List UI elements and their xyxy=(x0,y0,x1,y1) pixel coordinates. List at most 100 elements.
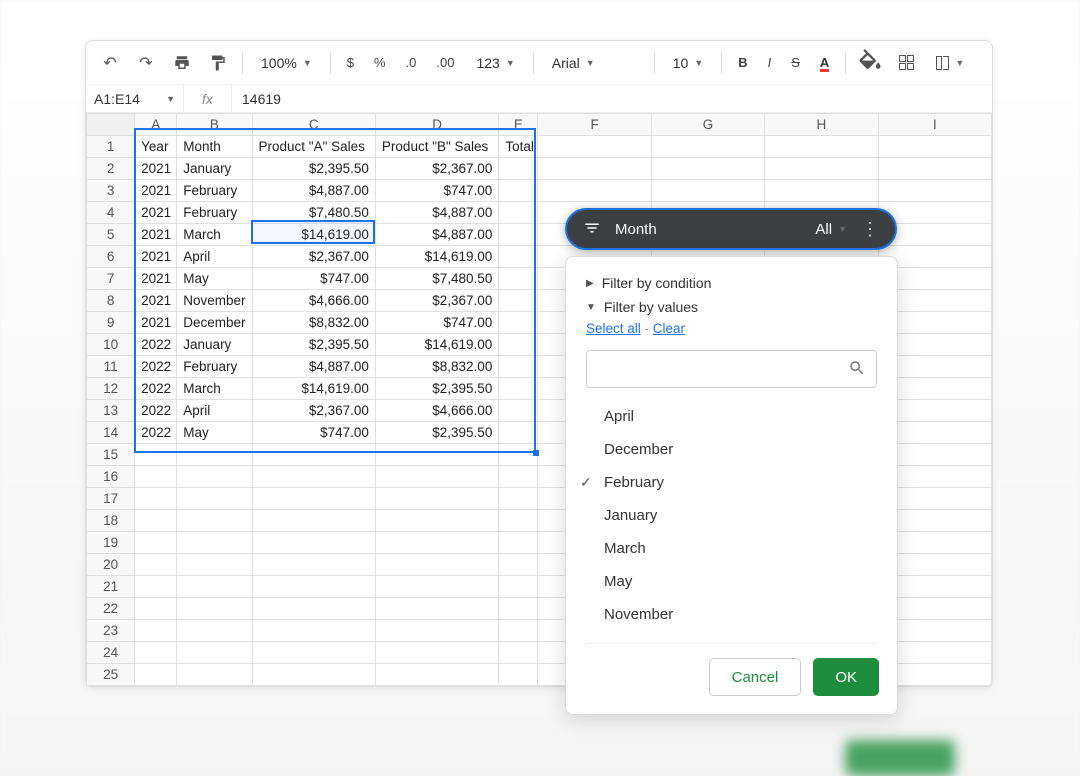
cell[interactable]: $4,887.00 xyxy=(375,224,498,246)
cell[interactable] xyxy=(252,576,375,598)
cell[interactable]: $2,367.00 xyxy=(252,400,375,422)
cell[interactable] xyxy=(499,180,538,202)
filter-value-item[interactable]: January xyxy=(566,499,897,532)
column-header[interactable]: H xyxy=(765,114,878,136)
cell[interactable] xyxy=(499,488,538,510)
cell[interactable] xyxy=(177,444,252,466)
row-header[interactable]: 22 xyxy=(87,598,135,620)
cell[interactable]: March xyxy=(177,224,252,246)
cell[interactable] xyxy=(499,312,538,334)
select-all-link[interactable]: Select all xyxy=(586,321,641,336)
cell[interactable]: $4,666.00 xyxy=(375,400,498,422)
row-header[interactable]: 9 xyxy=(87,312,135,334)
filter-value-item[interactable]: November xyxy=(566,598,897,631)
cell[interactable] xyxy=(499,444,538,466)
cell[interactable]: $14,619.00 xyxy=(375,246,498,268)
cell[interactable] xyxy=(499,268,538,290)
column-header[interactable]: D xyxy=(375,114,498,136)
cell[interactable]: 2021 xyxy=(135,246,177,268)
row-header[interactable]: 16 xyxy=(87,466,135,488)
cell[interactable]: $14,619.00 xyxy=(252,224,375,246)
cell[interactable] xyxy=(252,620,375,642)
name-box[interactable]: A1:E14 ▼ xyxy=(86,85,184,112)
zoom-select[interactable]: 100% ▼ xyxy=(253,51,320,75)
currency-button[interactable]: $ xyxy=(341,51,360,74)
cell[interactable] xyxy=(135,488,177,510)
filter-value-item[interactable]: February xyxy=(566,466,897,499)
row-header[interactable]: 24 xyxy=(87,642,135,664)
cell[interactable]: $14,619.00 xyxy=(252,378,375,400)
cell[interactable]: 2022 xyxy=(135,356,177,378)
cell[interactable]: 2021 xyxy=(135,290,177,312)
increase-decimal-button[interactable]: .00 xyxy=(430,51,460,74)
cell[interactable] xyxy=(499,246,538,268)
cell[interactable] xyxy=(499,576,538,598)
cell[interactable] xyxy=(375,576,498,598)
cell[interactable] xyxy=(651,180,764,202)
cell[interactable]: December xyxy=(177,312,252,334)
cell[interactable]: $747.00 xyxy=(375,180,498,202)
cell[interactable] xyxy=(499,334,538,356)
cell[interactable] xyxy=(375,532,498,554)
cell[interactable]: Month xyxy=(177,136,252,158)
column-header[interactable]: I xyxy=(878,114,991,136)
cell[interactable] xyxy=(878,136,991,158)
cell[interactable] xyxy=(375,554,498,576)
cell[interactable] xyxy=(252,510,375,532)
row-header[interactable]: 21 xyxy=(87,576,135,598)
cell[interactable]: $4,887.00 xyxy=(252,180,375,202)
cell[interactable]: $2,367.00 xyxy=(375,290,498,312)
paint-format-button[interactable] xyxy=(204,49,232,77)
cell[interactable]: $4,666.00 xyxy=(252,290,375,312)
cell[interactable] xyxy=(499,554,538,576)
filter-value-item[interactable]: May xyxy=(566,565,897,598)
cell[interactable]: Product "B" Sales xyxy=(375,136,498,158)
cell[interactable] xyxy=(499,290,538,312)
row-header[interactable]: 8 xyxy=(87,290,135,312)
cell[interactable] xyxy=(878,180,991,202)
cell[interactable]: Product "A" Sales xyxy=(252,136,375,158)
cell[interactable] xyxy=(499,158,538,180)
row-header[interactable]: 15 xyxy=(87,444,135,466)
number-format-select[interactable]: 123 ▼ xyxy=(468,51,522,75)
print-button[interactable] xyxy=(168,49,196,77)
cell[interactable] xyxy=(499,422,538,444)
cell[interactable]: 2021 xyxy=(135,180,177,202)
cell[interactable] xyxy=(765,136,878,158)
cell[interactable]: $8,832.00 xyxy=(252,312,375,334)
cell[interactable]: 2022 xyxy=(135,334,177,356)
cell[interactable]: Total xyxy=(499,136,538,158)
cell[interactable]: 2022 xyxy=(135,378,177,400)
row-header[interactable]: 20 xyxy=(87,554,135,576)
cell[interactable] xyxy=(538,180,651,202)
cell[interactable] xyxy=(375,664,498,686)
row-header[interactable]: 12 xyxy=(87,378,135,400)
cell[interactable]: February xyxy=(177,202,252,224)
formula-input[interactable]: 14619 xyxy=(232,91,992,107)
row-header[interactable]: 4 xyxy=(87,202,135,224)
cell[interactable] xyxy=(177,532,252,554)
cell[interactable]: May xyxy=(177,422,252,444)
cell[interactable]: $7,480.50 xyxy=(252,202,375,224)
row-header[interactable]: 25 xyxy=(87,664,135,686)
cell[interactable] xyxy=(651,158,764,180)
cell[interactable] xyxy=(135,532,177,554)
cell[interactable] xyxy=(252,444,375,466)
column-header[interactable]: A xyxy=(135,114,177,136)
row-header[interactable]: 10 xyxy=(87,334,135,356)
row-header[interactable]: 2 xyxy=(87,158,135,180)
cell[interactable]: $4,887.00 xyxy=(252,356,375,378)
cell[interactable]: November xyxy=(177,290,252,312)
cell[interactable] xyxy=(252,664,375,686)
filter-value-item[interactable]: December xyxy=(566,433,897,466)
column-header[interactable]: F xyxy=(538,114,651,136)
cell[interactable] xyxy=(538,158,651,180)
row-header[interactable]: 11 xyxy=(87,356,135,378)
cell[interactable] xyxy=(135,598,177,620)
cell[interactable] xyxy=(651,136,764,158)
cell[interactable]: March xyxy=(177,378,252,400)
cell[interactable]: $747.00 xyxy=(375,312,498,334)
cell[interactable]: $2,395.50 xyxy=(375,422,498,444)
cell[interactable]: $2,367.00 xyxy=(252,246,375,268)
borders-button[interactable] xyxy=(892,49,920,77)
